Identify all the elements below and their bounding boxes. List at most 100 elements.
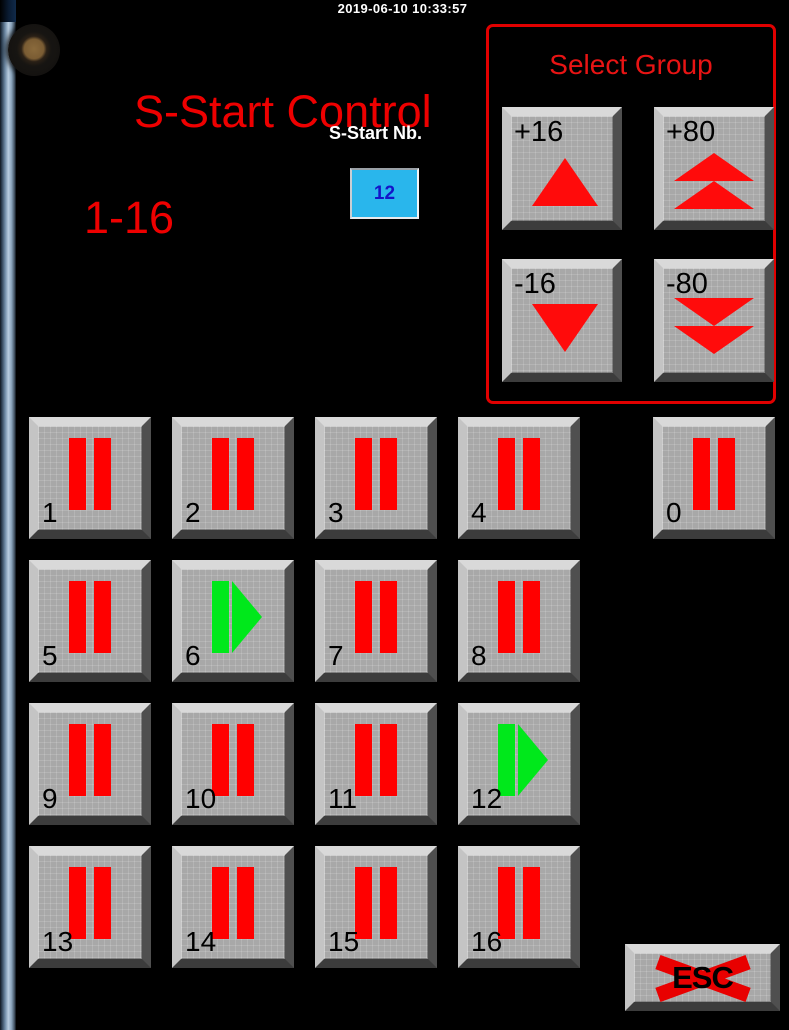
triangle-up-icon [532,158,598,206]
sstart-button-4[interactable]: 4 [458,417,580,539]
pause-icon [687,438,741,510]
sstart-button-number: 10 [185,783,217,814]
status-bar-right [94,438,111,510]
double-triangle-up-icon-2 [674,181,754,209]
sstart-button-5[interactable]: 5 [29,560,151,682]
pause-icon [349,724,403,796]
group-minus-80-label: -80 [666,268,708,300]
status-bar-right [523,581,540,653]
status-bar-left [693,438,710,510]
sstart-button-number: 1 [42,497,58,528]
status-bar-left [355,724,372,796]
sstart-button-14[interactable]: 14 [172,846,294,968]
sstart-button-15[interactable]: 15 [315,846,437,968]
status-bar-left [69,724,86,796]
sstart-button-6[interactable]: 6 [172,560,294,682]
double-triangle-up-icon [674,153,754,181]
device-left-bezel [0,0,16,1030]
sstart-button-3[interactable]: 3 [315,417,437,539]
sstart-button-12[interactable]: 12 [458,703,580,825]
sstart-button-number: 3 [328,497,344,528]
esc-button[interactable]: ESC [625,944,780,1011]
sstart-button-10[interactable]: 10 [172,703,294,825]
esc-button-label: ESC [672,959,734,995]
group-plus-16-button[interactable]: +16 [502,107,622,230]
status-bar-right [94,867,111,939]
double-triangle-down-icon [674,298,754,326]
device-bezel-top-shade [0,0,16,22]
status-bar-left [498,438,515,510]
double-triangle-down-icon-2 [674,326,754,354]
pause-icon [206,438,260,510]
sstart-button-9[interactable]: 9 [29,703,151,825]
status-bar-right [380,724,397,796]
status-bar-right [94,724,111,796]
sstart-button-16[interactable]: 16 [458,846,580,968]
status-bar-right [237,724,254,796]
pause-icon [492,581,546,653]
sstart-button-13[interactable]: 13 [29,846,151,968]
play-icon [206,581,262,653]
sstart-button-11[interactable]: 11 [315,703,437,825]
select-group-panel: Select Group +16 +80 -16 -80 [486,24,776,404]
pause-icon [63,438,117,510]
sstart-button-7[interactable]: 7 [315,560,437,682]
sstart-button-number: 12 [471,783,503,814]
status-bar-left [212,581,229,653]
pause-icon [63,581,117,653]
sstart-button-number: 4 [471,497,487,528]
status-bar-left [498,581,515,653]
status-bar-left [69,581,86,653]
group-plus-16-label: +16 [514,116,564,148]
pause-icon [349,581,403,653]
hmi-screen: 2019-06-10 10:33:57 S-Start Control 1-16… [16,0,789,1030]
status-bar-right [94,581,111,653]
sstart-button-number: 15 [328,926,360,957]
pause-icon [63,724,117,796]
status-bar-right [380,438,397,510]
status-bar-right [380,581,397,653]
group-plus-80-button[interactable]: +80 [654,107,774,230]
status-bar-left [355,438,372,510]
sstart-button-number: 14 [185,926,217,957]
status-bar-right [523,438,540,510]
status-bar-left [355,581,372,653]
triangle-down-icon [532,304,598,352]
sstart-button-2[interactable]: 2 [172,417,294,539]
sstart-nb-field[interactable]: 12 [350,168,419,219]
sstart-button-0[interactable]: 0 [653,417,775,539]
clock-timestamp: 2019-06-10 10:33:57 [337,1,468,16]
sstart-button-number: 11 [328,783,358,814]
sstart-button-number: 9 [42,783,58,814]
esc-button-inner: ESC [634,953,771,1002]
group-minus-80-button[interactable]: -80 [654,259,774,382]
sstart-button-number: 6 [185,640,201,671]
status-triangle-right [518,724,548,796]
sstart-button-number: 5 [42,640,58,671]
sstart-nb-label: S-Start Nb. [329,123,423,143]
status-bar-right [718,438,735,510]
sstart-button-number: 8 [471,640,487,671]
sstart-button-number: 2 [185,497,201,528]
sstart-nb-value: 12 [373,182,396,204]
status-bar-right [237,867,254,939]
group-plus-80-label: +80 [666,116,716,148]
status-triangle-right [232,581,262,653]
status-bar-right [523,867,540,939]
status-bar-right [380,867,397,939]
sstart-button-number: 7 [328,640,344,671]
sstart-button-8[interactable]: 8 [458,560,580,682]
group-minus-16-button[interactable]: -16 [502,259,622,382]
status-bar-left [212,438,229,510]
status-bar-right [237,438,254,510]
sstart-button-number: 13 [42,926,74,957]
select-group-title: Select Group [549,49,713,80]
pause-icon [349,438,403,510]
sstart-button-1[interactable]: 1 [29,417,151,539]
group-minus-16-label: -16 [514,268,556,300]
pause-icon [492,438,546,510]
camera-lens-icon [8,24,60,76]
sstart-button-number: 0 [666,497,682,528]
status-bar-left [69,438,86,510]
sstart-button-number: 16 [471,926,503,957]
